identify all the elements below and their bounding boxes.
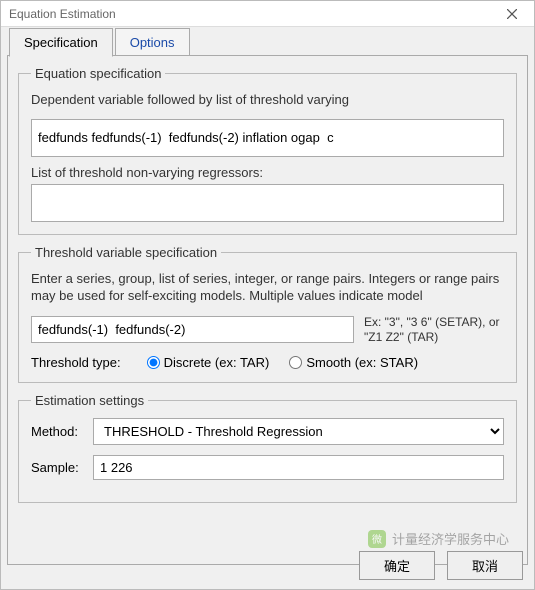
nonvarying-input[interactable] (31, 184, 504, 222)
window-title: Equation Estimation (9, 7, 116, 21)
threshold-variable-input[interactable] (31, 316, 354, 343)
threshold-type-label: Threshold type: (31, 355, 121, 370)
tab-options[interactable]: Options (115, 28, 190, 57)
dialog-button-bar: 确定 取消 (359, 551, 523, 580)
threshold-type-discrete-radio[interactable] (147, 356, 160, 369)
equation-specification-desc: Dependent variable followed by list of t… (31, 91, 504, 109)
sample-input[interactable] (93, 455, 504, 480)
tab-strip: Specification Options (9, 27, 534, 56)
threshold-variable-hint: Ex: "3", "3 6" (SETAR), or "Z1 Z2" (TAR) (364, 315, 504, 345)
equation-specification-legend: Equation specification (31, 66, 165, 81)
equation-specification-input[interactable] (31, 119, 504, 157)
equation-estimation-window: Equation Estimation Specification Option… (0, 0, 535, 590)
nonvarying-label: List of threshold non-varying regressors… (31, 165, 504, 180)
estimation-settings-group: Estimation settings Method: THRESHOLD - … (18, 393, 517, 503)
threshold-variable-legend: Threshold variable specification (31, 245, 221, 260)
method-select[interactable]: THRESHOLD - Threshold Regression (93, 418, 504, 445)
equation-specification-group: Equation specification Dependent variabl… (18, 66, 517, 235)
estimation-settings-legend: Estimation settings (31, 393, 148, 408)
close-icon (507, 9, 517, 19)
threshold-type-smooth[interactable]: Smooth (ex: STAR) (289, 355, 418, 370)
threshold-type-smooth-label: Smooth (ex: STAR) (306, 355, 418, 370)
threshold-type-discrete-label: Discrete (ex: TAR) (164, 355, 270, 370)
threshold-type-discrete[interactable]: Discrete (ex: TAR) (147, 355, 270, 370)
threshold-type-smooth-radio[interactable] (289, 356, 302, 369)
sample-label: Sample: (31, 460, 87, 475)
tab-specification[interactable]: Specification (9, 28, 113, 57)
close-button[interactable] (496, 4, 528, 24)
titlebar: Equation Estimation (1, 1, 534, 27)
tab-page-specification: Equation specification Dependent variabl… (7, 55, 528, 565)
ok-button[interactable]: 确定 (359, 551, 435, 580)
threshold-variable-desc: Enter a series, group, list of series, i… (31, 270, 504, 305)
cancel-button[interactable]: 取消 (447, 551, 523, 580)
method-label: Method: (31, 424, 87, 439)
threshold-variable-group: Threshold variable specification Enter a… (18, 245, 517, 383)
